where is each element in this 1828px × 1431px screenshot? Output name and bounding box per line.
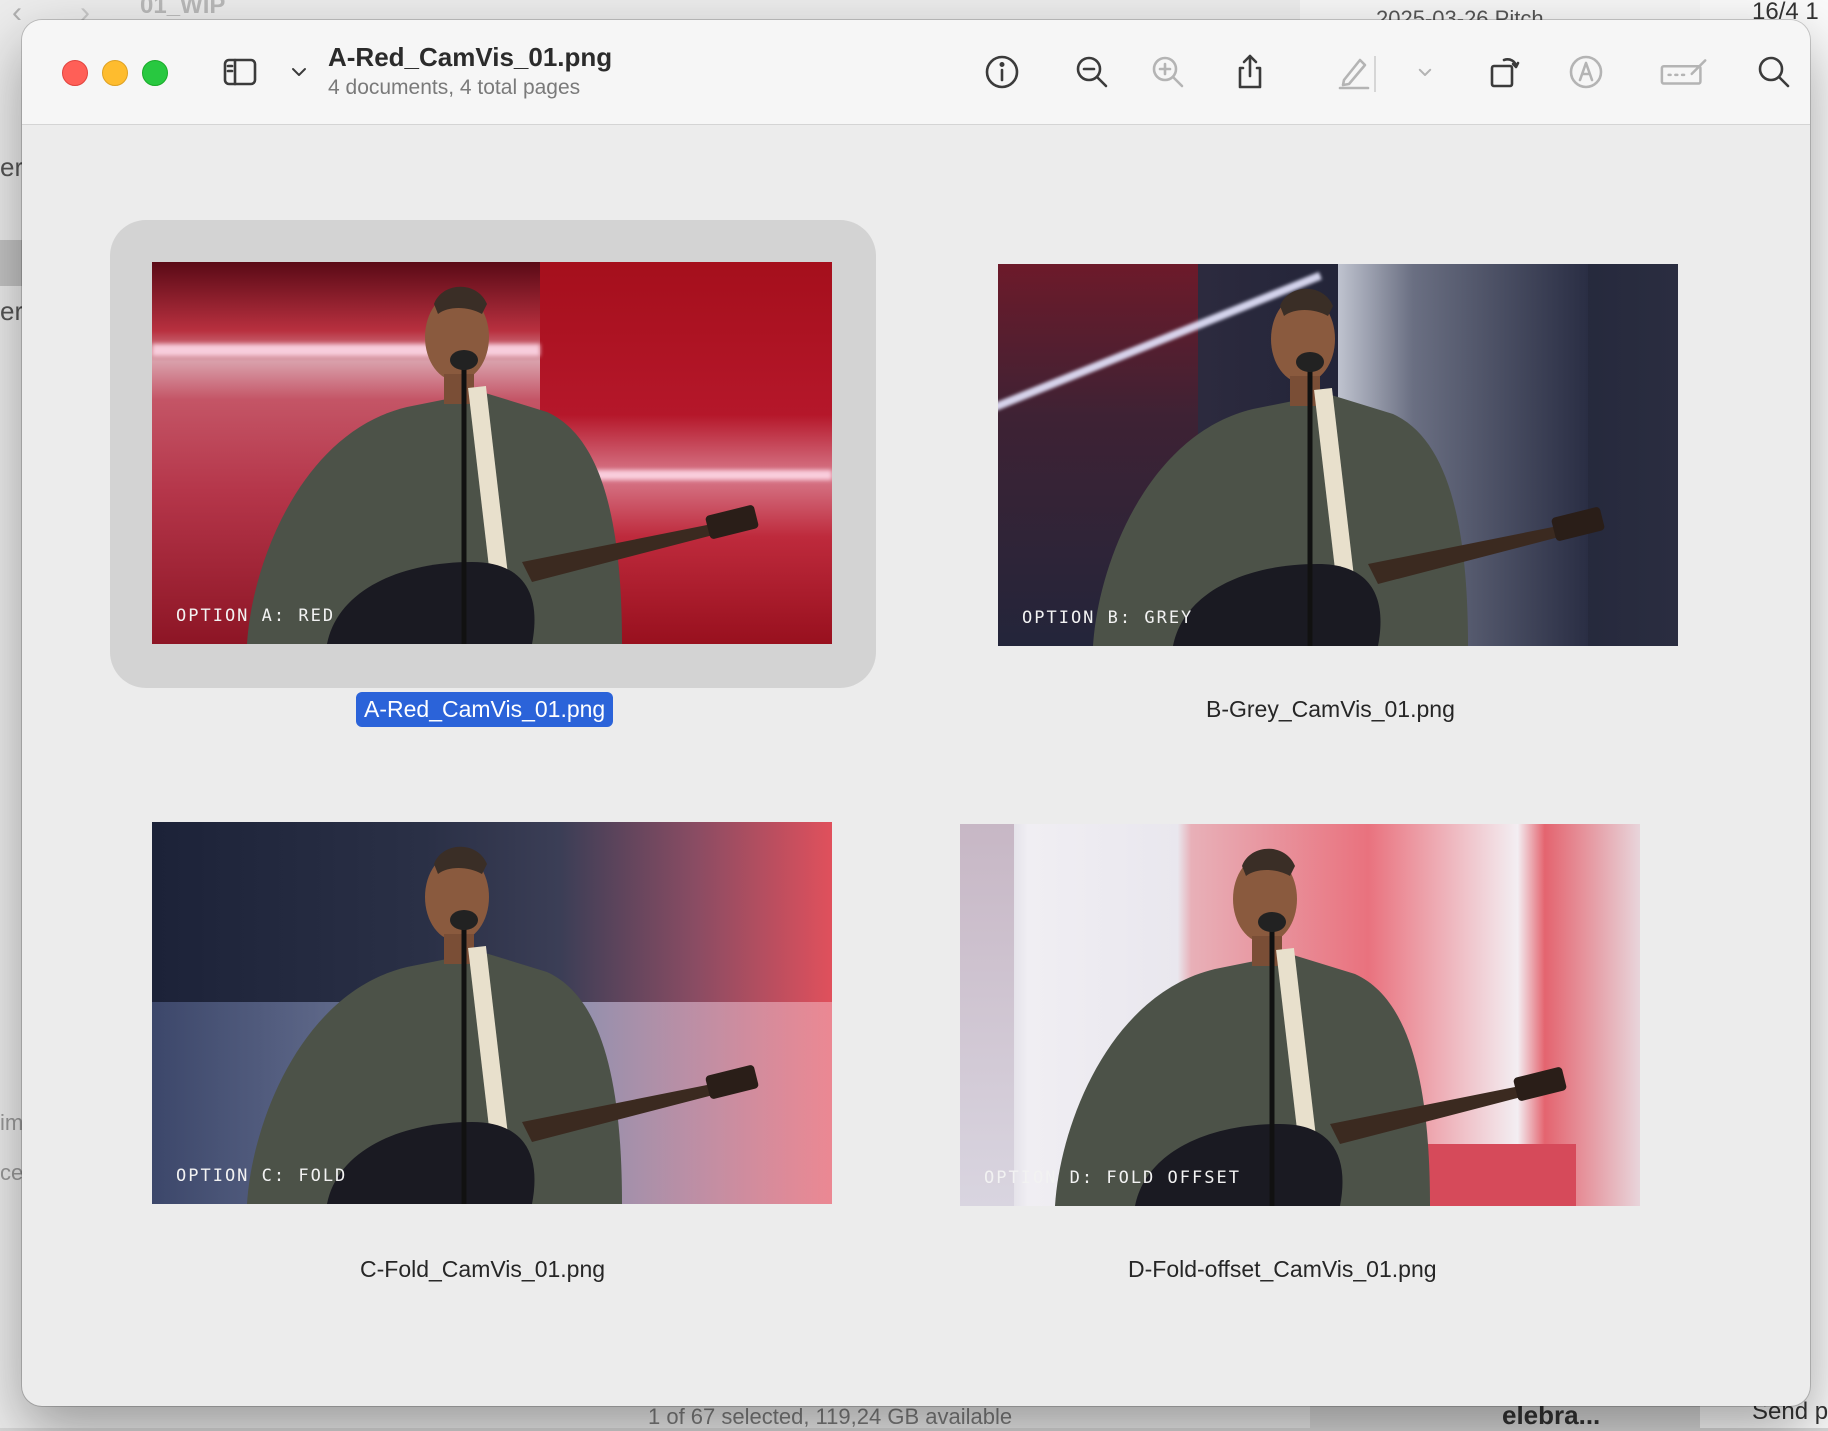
zoom-out-icon[interactable] [1070, 50, 1114, 94]
thumbnail-option-a[interactable]: OPTION A: RED [152, 262, 832, 644]
rotate-icon[interactable] [1482, 50, 1526, 94]
zoom-in-icon[interactable] [1146, 50, 1190, 94]
preview-window: A-Red_CamVis_01.png 4 documents, 4 total… [22, 20, 1810, 1406]
filename-label[interactable]: C-Fold_CamVis_01.png [360, 1256, 605, 1283]
finder-sidebar-fragment[interactable]: er [0, 152, 23, 183]
filename-label[interactable]: B-Grey_CamVis_01.png [1206, 696, 1455, 723]
signature-icon[interactable] [1658, 50, 1712, 94]
share-icon[interactable] [1228, 50, 1272, 94]
sidebar-icon[interactable] [218, 50, 262, 94]
maximize-window-button[interactable] [142, 60, 168, 86]
finder-status-bar: 1 of 67 selected, 119,24 GB available [648, 1404, 1013, 1429]
thumbnail-overlay-label: OPTION B: GREY [1022, 608, 1194, 628]
thumbnail-overlay-label: OPTION D: FOLD OFFSET [984, 1168, 1241, 1188]
chevron-down-icon[interactable] [1410, 50, 1440, 94]
markup-pen-icon[interactable] [1332, 50, 1376, 94]
close-window-button[interactable] [62, 60, 88, 86]
info-icon[interactable] [980, 50, 1024, 94]
performer-image [1055, 848, 1567, 1206]
thumbnail-option-c[interactable]: OPTION C: FOLD [152, 822, 832, 1204]
filename-label[interactable]: D-Fold-offset_CamVis_01.png [1128, 1256, 1437, 1283]
finder-sidebar-fragment[interactable]: im [0, 1110, 23, 1136]
finder-sidebar-fragment[interactable]: ce [0, 1160, 23, 1186]
document-title: A-Red_CamVis_01.png [328, 42, 613, 72]
performer-image [247, 286, 759, 644]
markup-circle-icon[interactable] [1564, 50, 1608, 94]
thumbnail-overlay-label: OPTION C: FOLD [176, 1166, 348, 1186]
window-toolbar: A-Red_CamVis_01.png 4 documents, 4 total… [22, 20, 1810, 125]
performer-image [1093, 288, 1605, 646]
thumbnail-option-b[interactable]: OPTION B: GREY [998, 264, 1678, 646]
finder-sidebar-selection [0, 240, 22, 286]
finder-title: 01_WIP [140, 0, 226, 19]
performer-image [247, 846, 759, 1204]
filename-label-selected[interactable]: A-Red_CamVis_01.png [356, 692, 614, 727]
minimize-window-button[interactable] [102, 60, 128, 86]
toolbar-separator [1374, 56, 1376, 92]
search-icon[interactable] [1752, 50, 1796, 94]
finder-sidebar-fragment[interactable]: er [0, 296, 23, 327]
document-subtitle: 4 documents, 4 total pages [328, 76, 581, 99]
thumbnail-option-d[interactable]: OPTION D: FOLD OFFSET [960, 824, 1640, 1206]
thumbnail-overlay-label: OPTION A: RED [176, 606, 336, 626]
back-arrow-icon[interactable]: ‹ [12, 0, 22, 30]
chevron-down-icon[interactable] [284, 50, 314, 94]
